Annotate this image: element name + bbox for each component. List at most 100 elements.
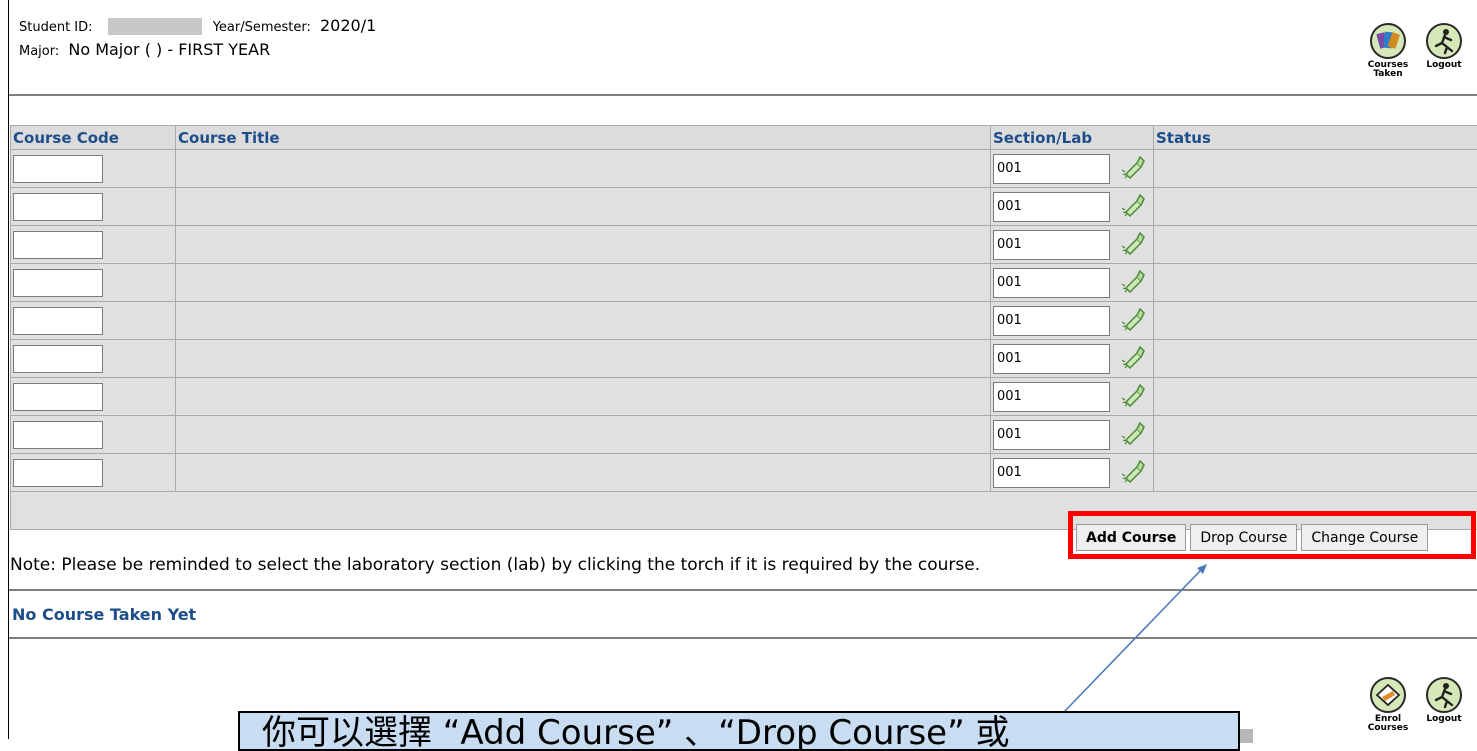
section-cell <box>991 416 1154 454</box>
section-input[interactable] <box>993 420 1110 450</box>
course-code-input[interactable] <box>13 193 103 221</box>
torch-icon[interactable] <box>1120 306 1146 336</box>
header-divider <box>9 94 1477 96</box>
course-code-input[interactable] <box>13 421 103 449</box>
top-icon-bar: Courses Taken Logout <box>1364 22 1468 79</box>
course-enrol-table: Course Code Course Title Section/Lab Sta… <box>10 125 1477 530</box>
torch-icon[interactable] <box>1120 154 1146 184</box>
courses-divider <box>9 637 1477 639</box>
course-code-cell <box>11 416 176 454</box>
course-code-cell <box>11 454 176 492</box>
section-cell <box>991 340 1154 378</box>
course-code-cell <box>11 188 176 226</box>
section-cell <box>991 226 1154 264</box>
courses-taken-caption: Courses Taken <box>1368 61 1408 79</box>
course-title-cell <box>176 188 991 226</box>
torch-icon[interactable] <box>1120 230 1146 260</box>
action-buttons: Add Course Drop Course Change Course <box>1076 524 1428 551</box>
status-cell <box>1154 454 1477 492</box>
status-cell <box>1154 302 1477 340</box>
course-title-cell <box>176 264 991 302</box>
torch-icon[interactable] <box>1120 420 1146 450</box>
courses-taken-button[interactable]: Courses Taken <box>1364 22 1412 79</box>
section-input[interactable] <box>993 154 1110 184</box>
section-cell <box>991 150 1154 188</box>
course-row <box>11 188 1477 226</box>
student-id-redacted <box>108 18 202 35</box>
section-cell <box>991 264 1154 302</box>
course-code-input[interactable] <box>13 307 103 335</box>
status-cell <box>1154 378 1477 416</box>
status-cell <box>1154 416 1477 454</box>
section-input[interactable] <box>993 306 1110 336</box>
course-title-cell <box>176 302 991 340</box>
course-title-cell <box>176 340 991 378</box>
year-semester-label: Year/Semester: <box>213 20 311 35</box>
course-code-cell <box>11 150 176 188</box>
drop-course-button[interactable]: Drop Course <box>1190 524 1297 551</box>
lab-note: Note: Please be reminded to select the l… <box>10 555 980 575</box>
year-semester-value: 2020/1 <box>320 16 376 35</box>
section-input[interactable] <box>993 230 1110 260</box>
course-code-cell <box>11 340 176 378</box>
course-code-input[interactable] <box>13 269 103 297</box>
arrow-line <box>1063 570 1201 713</box>
section-cell <box>991 302 1154 340</box>
course-row <box>11 302 1477 340</box>
course-row <box>11 454 1477 492</box>
course-title-cell <box>176 150 991 188</box>
torch-icon[interactable] <box>1120 458 1146 488</box>
annotation-callout: 你可以選擇 “Add Course” 、“Drop Course” 或 <box>238 711 1240 751</box>
bottom-logout-button[interactable]: Logout <box>1420 676 1468 733</box>
note-divider <box>9 589 1477 591</box>
major-value: No Major ( ) - FIRST YEAR <box>68 40 270 59</box>
bottom-logout-icon <box>1425 676 1463 714</box>
enrol-courses-caption-2: Courses <box>1368 724 1408 733</box>
course-row <box>11 340 1477 378</box>
arrow-head <box>1197 564 1207 574</box>
torch-icon[interactable] <box>1120 344 1146 374</box>
status-header: Status <box>1154 126 1477 150</box>
bottom-logout-caption: Logout <box>1426 715 1461 724</box>
section-input[interactable] <box>993 192 1110 222</box>
torch-icon[interactable] <box>1120 192 1146 222</box>
course-code-input[interactable] <box>13 231 103 259</box>
status-cell <box>1154 150 1477 188</box>
left-border <box>8 0 9 739</box>
enrol-courses-caption: Enrol Courses <box>1368 715 1408 733</box>
section-cell <box>991 378 1154 416</box>
logout-button[interactable]: Logout <box>1420 22 1468 79</box>
logout-icon <box>1425 22 1463 60</box>
torch-icon[interactable] <box>1120 268 1146 298</box>
logout-caption: Logout <box>1426 61 1461 70</box>
no-course-message: No Course Taken Yet <box>12 605 196 624</box>
enrol-courses-button[interactable]: Enrol Courses <box>1364 676 1412 733</box>
section-cell <box>991 188 1154 226</box>
table-header-row: Course Code Course Title Section/Lab Sta… <box>11 126 1477 150</box>
bottom-icon-bar: Enrol Courses Logout <box>1364 676 1468 733</box>
section-input[interactable] <box>993 268 1110 298</box>
course-code-input[interactable] <box>13 345 103 373</box>
major-label: Major: <box>19 44 59 59</box>
course-code-cell <box>11 226 176 264</box>
course-title-cell <box>176 416 991 454</box>
course-code-input[interactable] <box>13 155 103 183</box>
course-row <box>11 150 1477 188</box>
student-header: Student ID: Year/Semester: 2020/1 Major:… <box>19 16 376 64</box>
callout-shadow <box>1240 729 1253 743</box>
courses-taken-caption-2: Taken <box>1368 70 1408 79</box>
course-code-input[interactable] <box>13 383 103 411</box>
torch-icon[interactable] <box>1120 382 1146 412</box>
status-cell <box>1154 340 1477 378</box>
course-title-cell <box>176 378 991 416</box>
section-input[interactable] <box>993 382 1110 412</box>
add-course-button[interactable]: Add Course <box>1076 524 1186 551</box>
course-code-input[interactable] <box>13 459 103 487</box>
courses-taken-icon <box>1369 22 1407 60</box>
course-code-cell <box>11 302 176 340</box>
section-input[interactable] <box>993 344 1110 374</box>
section-input[interactable] <box>993 458 1110 488</box>
change-course-button[interactable]: Change Course <box>1301 524 1428 551</box>
course-row <box>11 416 1477 454</box>
course-row <box>11 264 1477 302</box>
